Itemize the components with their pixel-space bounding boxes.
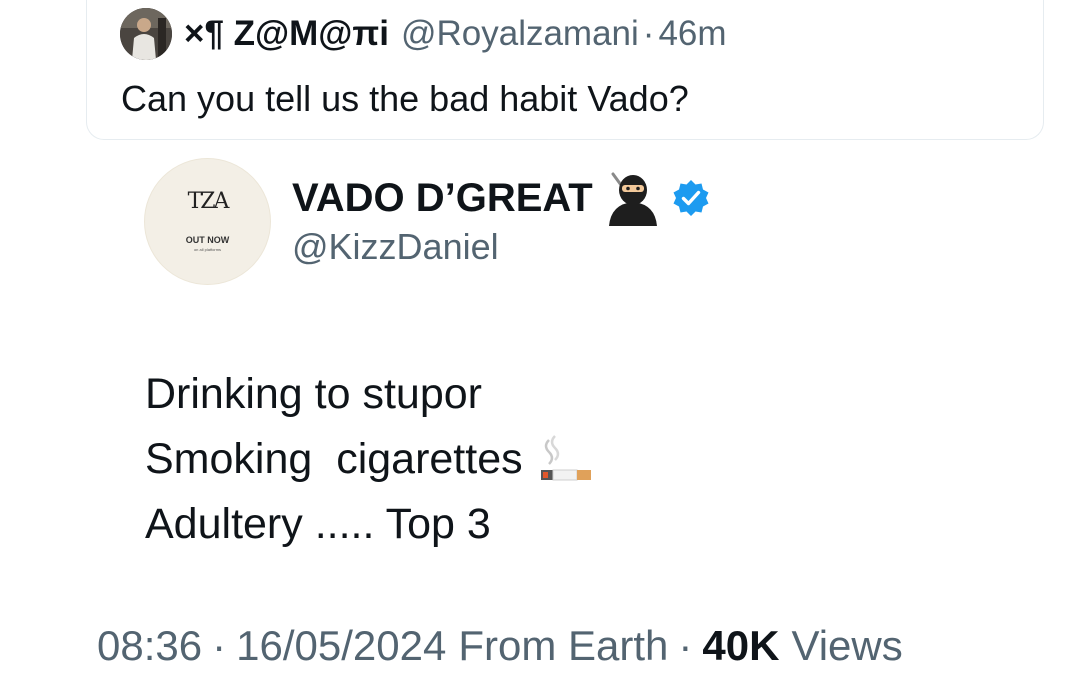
tweet-line-2-text: Smoking cigarettes bbox=[145, 435, 523, 483]
verified-badge-icon bbox=[673, 180, 709, 216]
author-handle[interactable]: @KizzDaniel bbox=[292, 226, 499, 268]
tweet-date[interactable]: 16/05/2024 bbox=[236, 622, 446, 670]
tweet-meta: 08:36 · 16/05/2024 From Earth · 40K View… bbox=[97, 622, 903, 670]
quote-display-name[interactable]: ×¶ Z@M@πi bbox=[184, 14, 389, 54]
tweet-time[interactable]: 08:36 bbox=[97, 622, 202, 670]
views-count[interactable]: 40K bbox=[702, 622, 779, 670]
tweet-line-3: Adultery ..... Top 3 bbox=[145, 500, 491, 548]
tweet-source: From Earth bbox=[458, 622, 669, 669]
ninja-emoji-icon bbox=[608, 172, 657, 226]
tweet-text: Drinking to stupor Smoking cigarettes Ad… bbox=[145, 362, 595, 557]
meta-separator-1: · bbox=[212, 622, 227, 669]
author-avatar[interactable]: TZA OUT NOW on all platforms bbox=[144, 158, 271, 285]
cigarette-emoji-icon bbox=[540, 434, 591, 480]
quote-separator: · bbox=[642, 14, 655, 53]
tweet-line-2: Smoking cigarettes bbox=[145, 427, 595, 492]
user-avatar-icon bbox=[120, 8, 172, 60]
quote-timestamp[interactable]: 46m bbox=[658, 14, 726, 54]
tweet-line-1: Drinking to stupor bbox=[145, 370, 482, 418]
avatar-out-now-text: OUT NOW bbox=[185, 235, 230, 245]
quote-handle[interactable]: @Royalzamani bbox=[401, 14, 639, 54]
avatar-logo-text: TZA bbox=[187, 189, 230, 214]
author-name-row: VADO D’GREAT bbox=[292, 168, 711, 228]
quote-text: Can you tell us the bad habit Vado? bbox=[121, 78, 689, 119]
meta-separator-2: · bbox=[678, 622, 693, 669]
quote-header: ×¶ Z@M@πi @Royalzamani · 46m bbox=[184, 10, 727, 58]
views-label[interactable]: Views bbox=[791, 622, 902, 670]
quote-user-avatar[interactable] bbox=[120, 8, 172, 60]
avatar-sub-text: on all platforms bbox=[193, 247, 222, 252]
author-display-name[interactable]: VADO D’GREAT bbox=[292, 176, 593, 221]
